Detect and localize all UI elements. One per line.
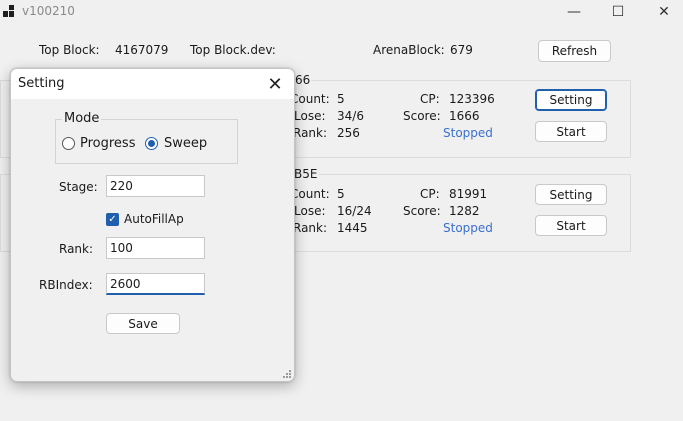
arena-block-label: ArenaBlock:: [373, 43, 445, 57]
mode-legend: Mode: [62, 111, 102, 126]
account-1-setting-button[interactable]: Setting: [535, 89, 607, 111]
account-1-score-label: Score:: [403, 109, 441, 123]
window-title: v100210: [22, 4, 75, 18]
autofill-label[interactable]: AutoFillAp: [124, 212, 184, 226]
account-2-rank-label: Rank:: [293, 221, 328, 235]
account-1-rank-label: Rank:: [293, 126, 328, 140]
account-1-start-button[interactable]: Start: [535, 121, 607, 142]
account-2-status: Stopped: [443, 221, 493, 235]
title-bar: v100210 — ☐ ✕: [0, 0, 683, 26]
rank-input[interactable]: [106, 237, 205, 259]
account-2-start-button[interactable]: Start: [535, 215, 607, 236]
account-1-rank-value: 256: [337, 126, 360, 140]
rbindex-input[interactable]: [106, 273, 205, 295]
save-button[interactable]: Save: [106, 313, 180, 334]
dialog-close-button[interactable]: ✕: [262, 71, 288, 97]
autofill-checkbox[interactable]: ✓: [106, 213, 119, 226]
top-block-value: 4167079: [115, 43, 169, 57]
account-2-cp-label: CP:: [420, 187, 440, 201]
account-2-id: B5E: [293, 167, 319, 181]
account-1-cp-value: 123396: [449, 92, 495, 106]
progress-radio-label[interactable]: Progress: [80, 136, 135, 151]
dialog-title-bar[interactable]: Setting ✕: [11, 69, 294, 99]
account-1-winlose-value: 34/6: [337, 109, 364, 123]
minimize-icon: —: [567, 4, 581, 20]
account-2-count-label: Count:: [290, 187, 330, 201]
account-2-cp-value: 81991: [449, 187, 488, 201]
sweep-radio-label[interactable]: Sweep: [164, 136, 207, 151]
account-2-count-value: 5: [337, 187, 345, 201]
account-1-score-value: 1666: [449, 109, 480, 123]
resize-grip-icon[interactable]: [282, 369, 291, 378]
maximize-button[interactable]: ☐: [595, 0, 641, 24]
rbindex-label: RBIndex:: [39, 278, 93, 292]
stage-input[interactable]: [106, 175, 205, 197]
top-block-dev-label: Top Block.dev:: [190, 43, 276, 57]
account-1-winlose-label: /Lose:: [290, 109, 326, 123]
sweep-radio[interactable]: [145, 137, 158, 150]
account-2-score-label: Score:: [403, 204, 441, 218]
account-2-setting-button[interactable]: Setting: [535, 184, 607, 205]
top-block-label: Top Block:: [39, 43, 100, 57]
close-icon: ✕: [658, 4, 670, 20]
progress-radio[interactable]: [62, 137, 75, 150]
close-button[interactable]: ✕: [641, 0, 683, 24]
dialog-title: Setting: [18, 76, 65, 91]
maximize-icon: ☐: [611, 4, 625, 20]
arena-block-value: 679: [450, 43, 473, 57]
account-2-score-value: 1282: [449, 204, 480, 218]
account-2-winlose-value: 16/24: [337, 204, 372, 218]
account-2-winlose-label: /Lose:: [290, 204, 326, 218]
close-icon: ✕: [267, 73, 283, 95]
account-2-rank-value: 1445: [337, 221, 368, 235]
refresh-button[interactable]: Refresh: [538, 40, 611, 62]
account-1-count-label: Count:: [290, 92, 330, 106]
account-1-status: Stopped: [443, 126, 493, 140]
stage-label: Stage:: [59, 180, 98, 194]
minimize-button[interactable]: —: [551, 0, 597, 24]
account-1-id: 66: [294, 73, 312, 87]
rank-label: Rank:: [59, 242, 94, 256]
account-1-count-value: 5: [337, 92, 345, 106]
account-1-cp-label: CP:: [420, 92, 440, 106]
setting-dialog: Setting ✕ Mode Progress Sweep Stage: ✓ A…: [10, 68, 295, 382]
app-icon: [3, 5, 17, 19]
